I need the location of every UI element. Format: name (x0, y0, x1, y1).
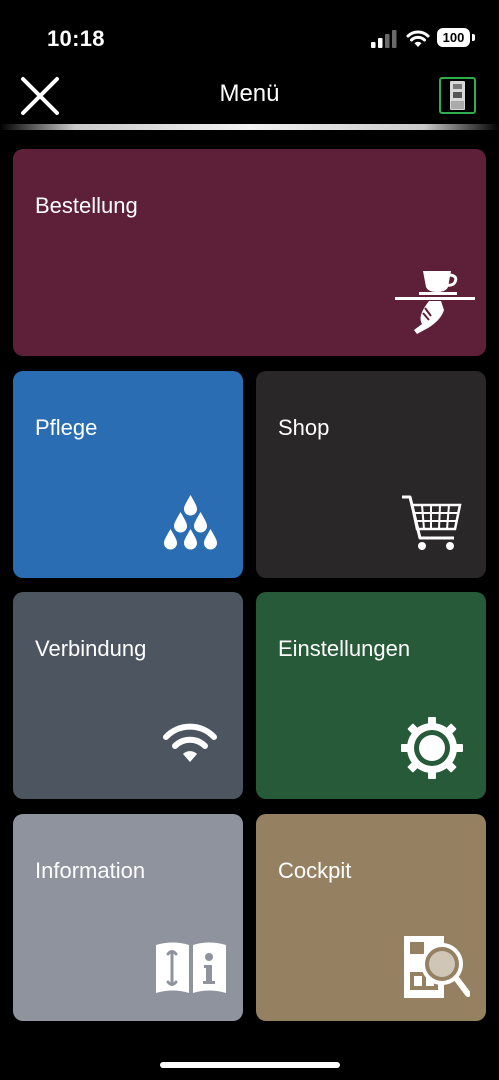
page-title: Menü (219, 80, 280, 107)
wifi-icon (163, 723, 217, 762)
manual-book-icon (156, 942, 226, 993)
water-drops-icon (164, 495, 217, 550)
tile-connection[interactable]: Verbindung (13, 592, 243, 799)
tile-information[interactable]: Information (13, 814, 243, 1021)
machine-magnifier-icon (404, 936, 470, 998)
tile-order-label: Bestellung (35, 193, 138, 218)
gear-icon (401, 717, 463, 779)
battery-level: 100 (437, 28, 470, 47)
tile-care-label: Pflege (35, 415, 98, 440)
serving-tray-cup-icon (395, 271, 475, 334)
tile-shop[interactable]: Shop (256, 371, 486, 578)
tile-cockpit[interactable]: Cockpit (256, 814, 486, 1021)
wifi-status-icon (406, 30, 430, 47)
tile-information-label: Information (35, 858, 146, 883)
battery-nub (472, 34, 475, 41)
shopping-cart-icon (402, 495, 462, 550)
coffee-machine-icon (450, 81, 465, 110)
header-divider (0, 124, 499, 130)
tile-order[interactable]: Bestellung (13, 149, 486, 356)
tile-settings[interactable]: Einstellungen (256, 592, 486, 799)
tile-care[interactable]: Pflege (13, 371, 243, 578)
tile-shop-label: Shop (278, 415, 330, 440)
cellular-signal-icon (371, 30, 397, 48)
tile-settings-label: Einstellungen (278, 636, 411, 661)
tile-connection-label: Verbindung (35, 636, 147, 661)
battery-indicator: 100 (437, 28, 477, 49)
home-indicator (160, 1062, 340, 1068)
machine-button[interactable] (439, 77, 476, 114)
status-bar: 10:18 100 (0, 0, 499, 70)
status-time: 10:18 (47, 26, 105, 51)
tile-cockpit-label: Cockpit (278, 858, 352, 883)
